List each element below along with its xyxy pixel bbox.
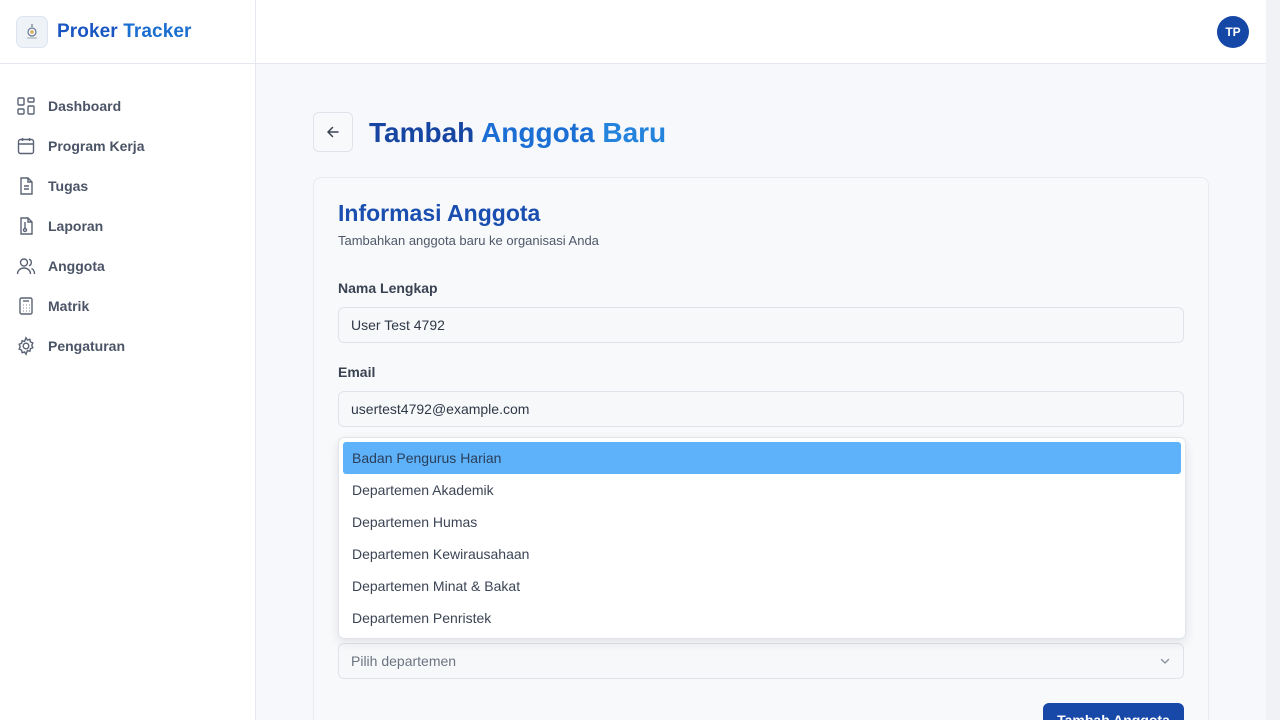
sidebar-item-program-kerja[interactable]: Program Kerja xyxy=(0,126,255,166)
sidebar-item-anggota[interactable]: Anggota xyxy=(0,246,255,286)
users-icon xyxy=(16,258,36,275)
top-bar: TP xyxy=(256,0,1266,64)
document-icon xyxy=(20,177,33,195)
calculator-icon xyxy=(19,297,33,315)
email-label: Email xyxy=(338,364,376,380)
sidebar-item-pengaturan[interactable]: Pengaturan xyxy=(0,326,255,366)
dropdown-option[interactable]: Departemen Akademik xyxy=(343,474,1181,506)
dropdown-option[interactable]: Departemen Humas xyxy=(343,506,1181,538)
arrow-left-icon xyxy=(327,126,339,138)
sidebar-item-dashboard[interactable]: Dashboard xyxy=(0,86,255,126)
sidebar-item-label: Tugas xyxy=(48,178,89,194)
dropdown-option[interactable]: Departemen Minat & Bakat xyxy=(343,570,1181,602)
brand-logo xyxy=(16,15,48,48)
sidebar-item-label: Matrik xyxy=(48,298,90,314)
calendar-icon xyxy=(17,138,35,155)
sidebar-item-label: Laporan xyxy=(48,218,104,234)
chevron-down-icon xyxy=(1160,658,1170,664)
sidebar: Proker Tracker Dashboard Program Kerja T… xyxy=(0,0,256,720)
page-title: Tambah Anggota Baru xyxy=(369,117,667,148)
department-select-placeholder: Pilih departemen xyxy=(351,653,457,669)
dropdown-option[interactable]: Badan Pengurus Harian xyxy=(343,442,1181,474)
department-select[interactable]: Pilih departemen xyxy=(338,643,1184,679)
avatar[interactable]: TP xyxy=(1217,16,1249,48)
brand-name: Proker Tracker xyxy=(57,20,192,42)
sidebar-item-label: Dashboard xyxy=(48,98,122,114)
department-dropdown: Badan Pengurus Harian Departemen Akademi… xyxy=(338,437,1186,639)
name-field[interactable]: User Test 4792 xyxy=(338,307,1184,343)
dashboard-icon xyxy=(17,97,35,115)
form-subtitle: Tambahkan anggota baru ke organisasi And… xyxy=(338,233,599,248)
sidebar-item-tugas[interactable]: Tugas xyxy=(0,166,255,206)
sidebar-item-label: Program Kerja xyxy=(48,138,145,154)
report-file-icon xyxy=(20,217,33,235)
scrollbar-track[interactable] xyxy=(1266,0,1280,720)
back-button[interactable] xyxy=(313,112,353,152)
dropdown-option[interactable]: Departemen Penristek xyxy=(343,602,1181,634)
gear-icon xyxy=(18,336,34,356)
form-title: Informasi Anggota xyxy=(338,200,541,226)
brand[interactable]: Proker Tracker xyxy=(0,0,255,64)
sidebar-item-label: Pengaturan xyxy=(48,338,126,354)
name-label: Nama Lengkap xyxy=(338,280,438,296)
sidebar-item-label: Anggota xyxy=(48,258,105,274)
sidebar-nav: Dashboard Program Kerja Tugas Laporan An… xyxy=(0,64,255,366)
email-field[interactable]: usertest4792@example.com xyxy=(338,391,1184,427)
sidebar-item-laporan[interactable]: Laporan xyxy=(0,206,255,246)
sidebar-item-matrik[interactable]: Matrik xyxy=(0,286,255,326)
dropdown-option[interactable]: Departemen Kewirausahaan xyxy=(343,538,1181,570)
submit-button[interactable]: Tambah Anggota xyxy=(1043,703,1184,720)
